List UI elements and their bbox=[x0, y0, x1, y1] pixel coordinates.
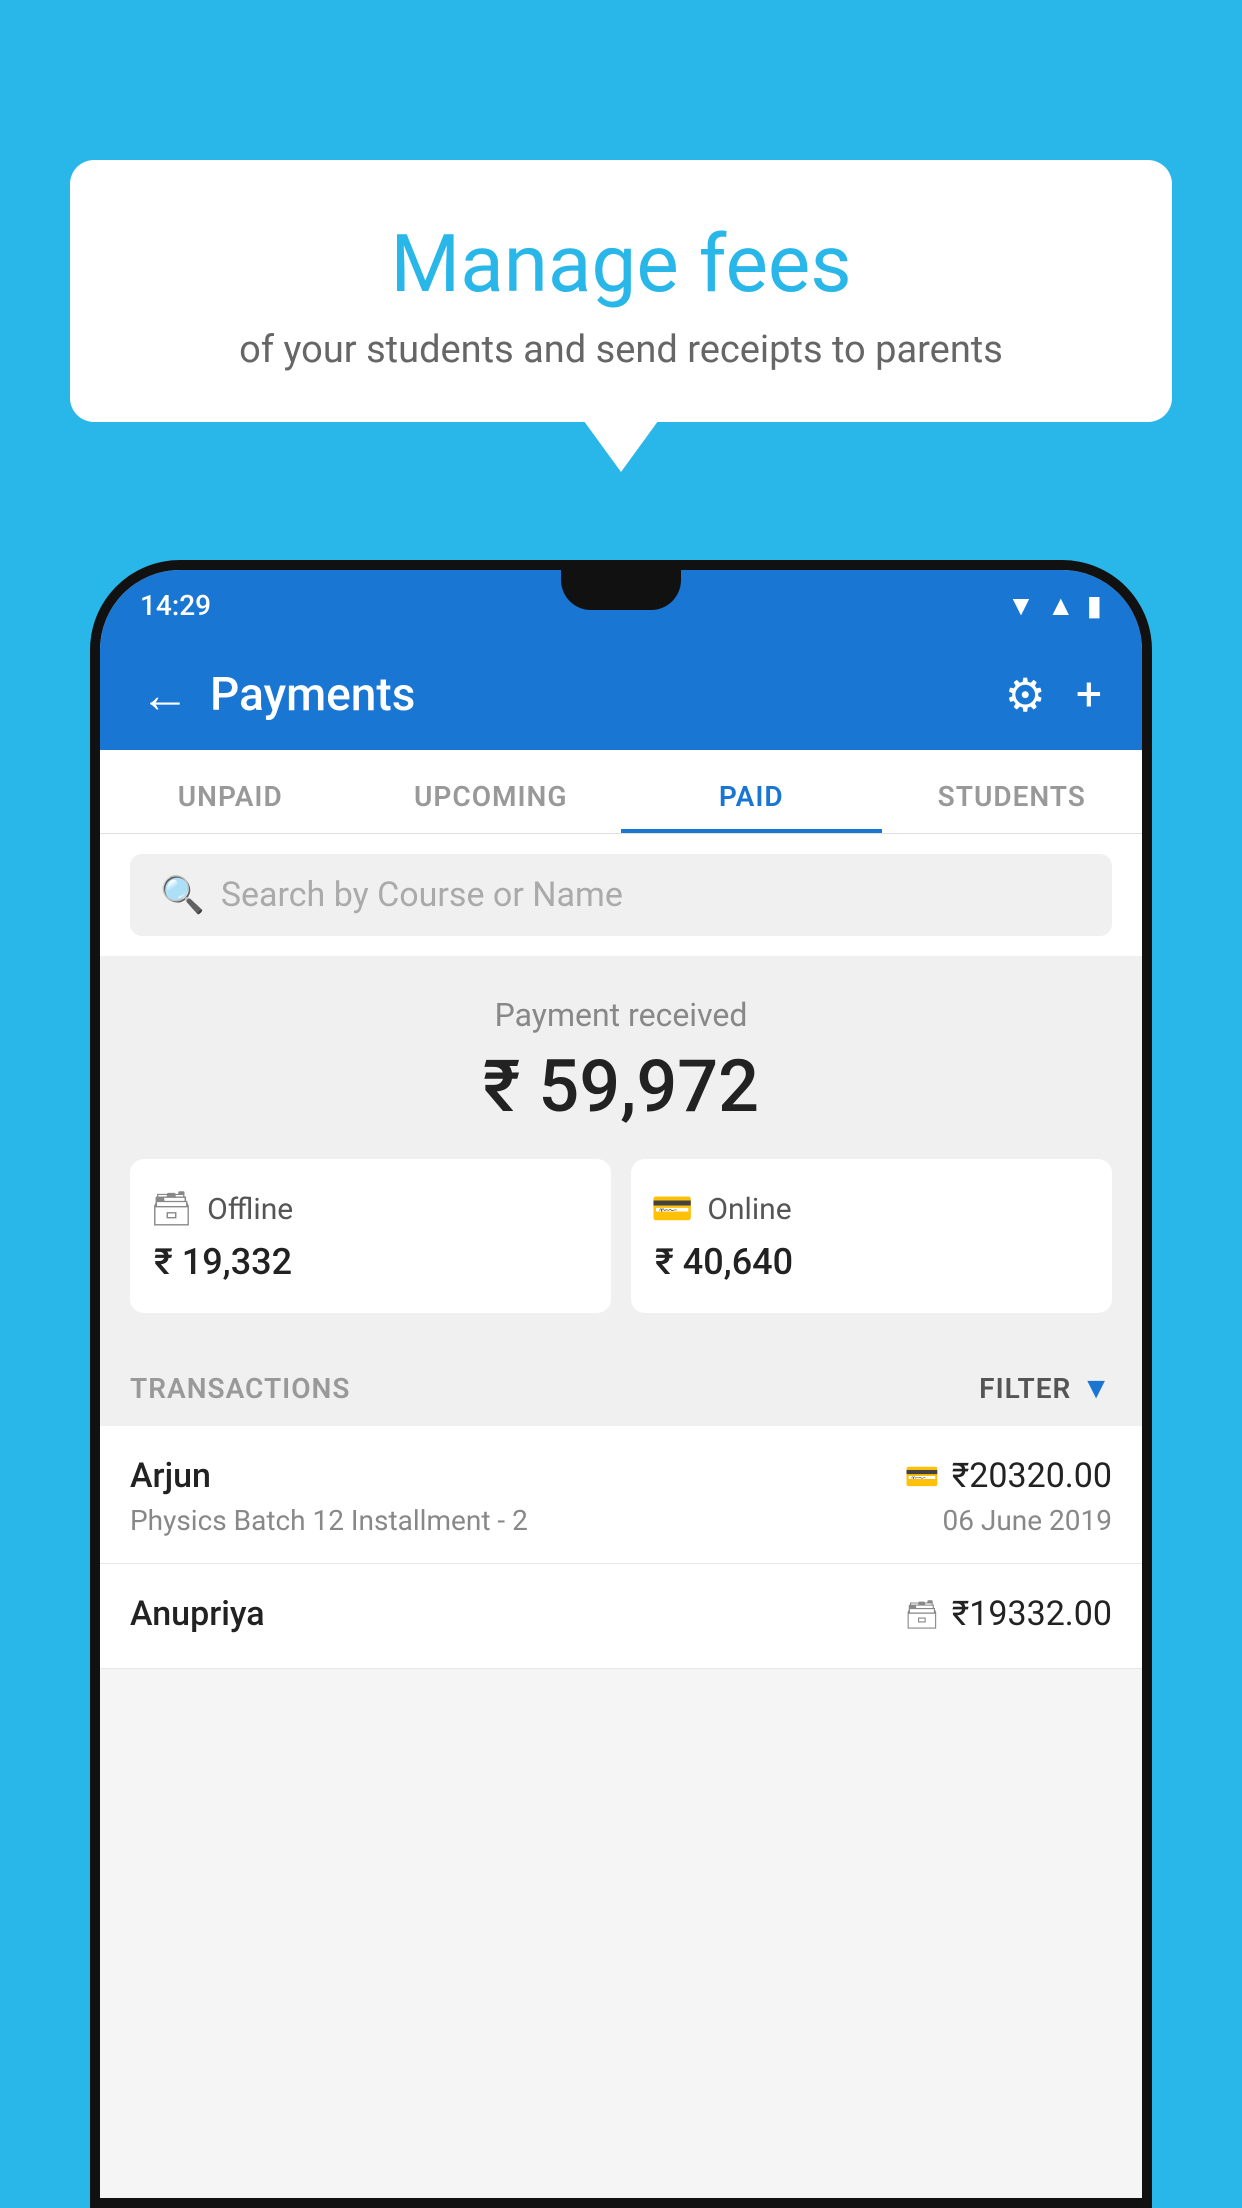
transaction-course: Physics Batch 12 Installment - 2 bbox=[130, 1504, 528, 1537]
offline-payment-icon: 🗃 bbox=[904, 1598, 940, 1631]
wifi-icon: ▼ bbox=[1007, 589, 1035, 622]
transaction-amount: ₹19332.00 bbox=[952, 1594, 1112, 1634]
transaction-name: Anupriya bbox=[130, 1594, 265, 1634]
online-card-header: 💳 Online bbox=[651, 1189, 1092, 1229]
app-bar-actions: ⚙ + bbox=[1005, 668, 1102, 723]
bubble-subtitle: of your students and send receipts to pa… bbox=[120, 328, 1122, 372]
payment-total-amount: ₹ 59,972 bbox=[130, 1044, 1112, 1129]
online-card: 💳 Online ₹ 40,640 bbox=[631, 1159, 1112, 1313]
signal-icon: ▲ bbox=[1047, 589, 1075, 622]
offline-label: Offline bbox=[207, 1192, 293, 1227]
notch-cutout bbox=[561, 570, 681, 610]
status-bar: 14:29 ▼ ▲ ▮ bbox=[100, 570, 1142, 640]
card-payment-icon: 💳 bbox=[905, 1460, 940, 1493]
transaction-date: 06 June 2019 bbox=[942, 1504, 1112, 1537]
phone-frame: 14:29 ▼ ▲ ▮ ← Payments ⚙ + UNPAID UPCOMI… bbox=[90, 560, 1152, 2208]
table-row[interactable]: Anupriya 🗃 ₹19332.00 bbox=[100, 1564, 1142, 1669]
payment-cards: 🗃 Offline ₹ 19,332 💳 Online ₹ 40,640 bbox=[130, 1159, 1112, 1313]
search-icon: 🔍 bbox=[160, 874, 205, 916]
speech-bubble: Manage fees of your students and send re… bbox=[70, 160, 1172, 422]
search-container: 🔍 Search by Course or Name bbox=[100, 834, 1142, 956]
online-label: Online bbox=[707, 1192, 791, 1227]
transaction-row1: Anupriya 🗃 ₹19332.00 bbox=[130, 1594, 1112, 1634]
phone-inner: 14:29 ▼ ▲ ▮ ← Payments ⚙ + UNPAID UPCOMI… bbox=[100, 570, 1142, 2198]
battery-icon: ▮ bbox=[1087, 589, 1102, 622]
online-amount: ₹ 40,640 bbox=[651, 1241, 1092, 1283]
transactions-label: TRANSACTIONS bbox=[130, 1372, 350, 1405]
filter-label: FILTER bbox=[979, 1372, 1071, 1405]
transaction-amount-wrap: 🗃 ₹19332.00 bbox=[904, 1594, 1112, 1634]
tab-students[interactable]: STUDENTS bbox=[882, 750, 1143, 833]
transaction-amount: ₹20320.00 bbox=[952, 1456, 1112, 1496]
table-row[interactable]: Arjun 💳 ₹20320.00 Physics Batch 12 Insta… bbox=[100, 1426, 1142, 1564]
search-placeholder: Search by Course or Name bbox=[221, 875, 623, 915]
transactions-list: Arjun 💳 ₹20320.00 Physics Batch 12 Insta… bbox=[100, 1426, 1142, 1669]
status-icons: ▼ ▲ ▮ bbox=[1007, 589, 1102, 622]
status-time: 14:29 bbox=[140, 589, 211, 622]
tab-paid[interactable]: PAID bbox=[621, 750, 882, 833]
add-button[interactable]: + bbox=[1076, 668, 1102, 722]
transaction-row2: Physics Batch 12 Installment - 2 06 June… bbox=[130, 1504, 1112, 1537]
offline-card-header: 🗃 Offline bbox=[150, 1189, 591, 1229]
settings-button[interactable]: ⚙ bbox=[1005, 668, 1046, 723]
filter-icon: ▼ bbox=[1081, 1371, 1112, 1406]
transaction-amount-wrap: 💳 ₹20320.00 bbox=[905, 1456, 1112, 1496]
app-bar: ← Payments ⚙ + bbox=[100, 640, 1142, 750]
tabs-bar: UNPAID UPCOMING PAID STUDENTS bbox=[100, 750, 1142, 834]
transactions-header: TRANSACTIONS FILTER ▼ bbox=[100, 1343, 1142, 1426]
app-title: Payments bbox=[210, 668, 1005, 722]
transaction-row1: Arjun 💳 ₹20320.00 bbox=[130, 1456, 1112, 1496]
offline-card: 🗃 Offline ₹ 19,332 bbox=[130, 1159, 611, 1313]
offline-icon: 🗃 bbox=[150, 1189, 193, 1229]
offline-amount: ₹ 19,332 bbox=[150, 1241, 591, 1283]
tab-upcoming[interactable]: UPCOMING bbox=[361, 750, 622, 833]
bubble-title: Manage fees bbox=[120, 220, 1122, 308]
payment-received-label: Payment received bbox=[130, 996, 1112, 1034]
back-button[interactable]: ← bbox=[140, 666, 190, 725]
tab-unpaid[interactable]: UNPAID bbox=[100, 750, 361, 833]
online-icon: 💳 bbox=[651, 1189, 693, 1229]
filter-button[interactable]: FILTER ▼ bbox=[979, 1371, 1112, 1406]
payment-section: Payment received ₹ 59,972 🗃 Offline ₹ 19… bbox=[100, 956, 1142, 1343]
search-box[interactable]: 🔍 Search by Course or Name bbox=[130, 854, 1112, 936]
transaction-name: Arjun bbox=[130, 1456, 211, 1496]
